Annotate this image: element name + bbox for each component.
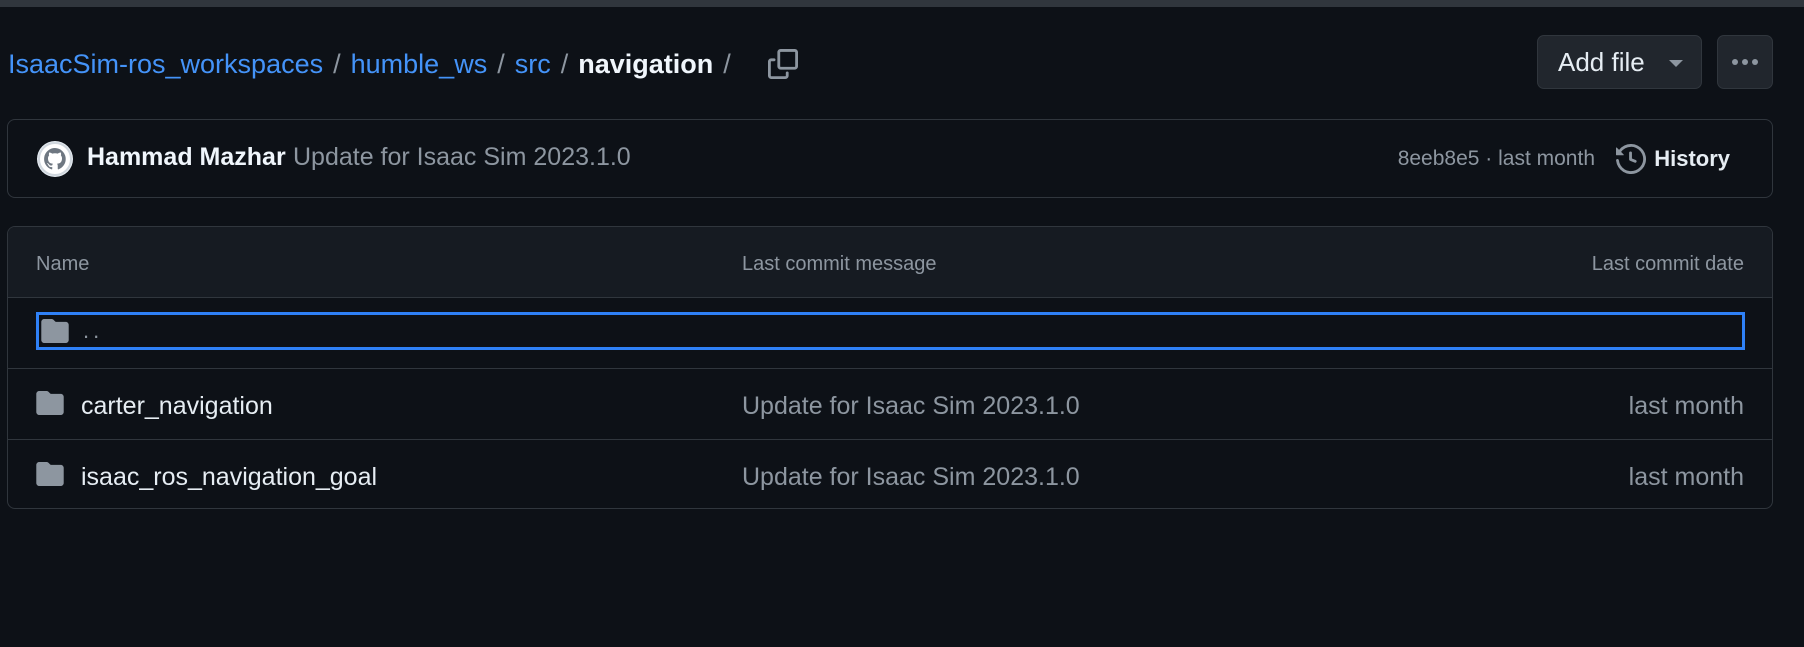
breadcrumb: IsaacSim-ros_workspaces / humble_ws / sr… [8, 44, 803, 84]
copy-path-button[interactable] [763, 44, 803, 84]
breadcrumb-separator: / [560, 48, 569, 79]
breadcrumb-repo-link[interactable]: IsaacSim-ros_workspaces [8, 49, 323, 80]
commit-author-link[interactable]: Hammad Mazhar [87, 143, 286, 172]
row-commit-message-link[interactable]: Update for Isaac Sim 2023.1.0 [742, 463, 1080, 492]
row-commit-date: last month [1628, 392, 1744, 420]
table-row: isaac_ros_navigation_goal Update for Isa… [8, 440, 1772, 508]
history-icon [1616, 144, 1647, 174]
row-commit-message-link[interactable]: Update for Isaac Sim 2023.1.0 [742, 392, 1080, 421]
table-row: .. [8, 298, 1772, 369]
avatar[interactable] [37, 141, 73, 177]
folder-icon [36, 391, 64, 415]
top-divider [0, 0, 1804, 7]
add-file-button[interactable]: Add file [1537, 35, 1702, 89]
latest-commit-bar: Hammad Mazhar Update for Isaac Sim 2023.… [7, 119, 1773, 198]
history-label: History [1654, 146, 1730, 171]
breadcrumb-current-folder: navigation [578, 48, 714, 79]
chevron-down-icon [1669, 60, 1683, 67]
more-options-button[interactable] [1717, 35, 1773, 89]
row-commit-date: last month [1628, 463, 1744, 491]
parent-directory-label: .. [83, 318, 104, 343]
breadcrumb-humble-ws-link[interactable]: humble_ws [351, 49, 488, 80]
column-header-date: Last commit date [1591, 253, 1744, 275]
column-header-message: Last commit message [742, 253, 937, 275]
kebab-horizontal-icon [1732, 59, 1758, 65]
breadcrumb-separator: / [497, 48, 505, 79]
folder-link-isaac-ros-navigation-goal[interactable]: isaac_ros_navigation_goal [81, 463, 377, 492]
github-avatar-icon [38, 142, 72, 176]
commit-message-link[interactable]: Update for Isaac Sim 2023.1.0 [293, 143, 631, 172]
folder-link-carter-navigation[interactable]: carter_navigation [81, 392, 273, 421]
parent-directory-link[interactable]: .. [36, 312, 1745, 350]
table-header: Name Last commit message Last commit dat… [8, 227, 1772, 298]
file-table: Name Last commit message Last commit dat… [7, 226, 1773, 509]
folder-icon [36, 462, 64, 486]
breadcrumb-separator: / [723, 48, 731, 79]
copy-icon [767, 49, 798, 79]
table-row: carter_navigation Update for Isaac Sim 2… [8, 369, 1772, 440]
add-file-label: Add file [1558, 46, 1645, 77]
breadcrumb-separator: / [333, 48, 341, 79]
column-header-name: Name [36, 253, 90, 275]
commit-hash-and-time[interactable]: 8eeb8e5 · last month [1398, 147, 1595, 171]
history-button[interactable]: History [1616, 140, 1730, 178]
folder-icon [41, 319, 69, 343]
breadcrumb-src-link[interactable]: src [515, 49, 551, 80]
